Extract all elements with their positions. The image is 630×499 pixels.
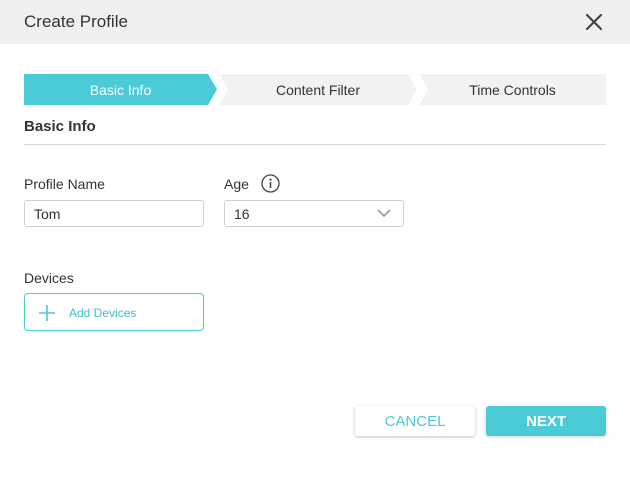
info-icon[interactable]	[261, 174, 280, 193]
step-time-controls[interactable]: Time Controls	[419, 74, 606, 105]
devices-label: Devices	[24, 270, 74, 286]
add-devices-label: Add Devices	[69, 306, 137, 320]
plus-icon	[39, 305, 55, 321]
section-title: Basic Info	[24, 118, 96, 135]
step-time-controls-label: Time Controls	[469, 81, 556, 98]
section-divider	[24, 144, 606, 145]
profile-name-input[interactable]: Tom	[24, 200, 204, 227]
dialog-title: Create Profile	[24, 12, 128, 31]
age-label: Age	[224, 176, 249, 192]
age-select[interactable]: 16	[224, 200, 404, 227]
close-icon[interactable]	[583, 11, 605, 33]
step-basic-info[interactable]: Basic Info	[24, 74, 217, 105]
step-content-filter[interactable]: Content Filter	[219, 74, 417, 105]
chevron-down-icon	[377, 209, 391, 218]
add-devices-button[interactable]: Add Devices	[24, 293, 204, 331]
step-basic-info-label: Basic Info	[89, 81, 152, 98]
age-select-value: 16	[234, 205, 250, 222]
wizard-steps: Basic Info Content Filter Time Controls	[24, 74, 606, 105]
cancel-button[interactable]: CANCEL	[355, 406, 475, 436]
next-button[interactable]: NEXT	[486, 406, 606, 436]
profile-name-label: Profile Name	[24, 176, 105, 192]
dialog-header: Create Profile	[0, 0, 630, 44]
step-content-filter-label: Content Filter	[275, 81, 361, 98]
